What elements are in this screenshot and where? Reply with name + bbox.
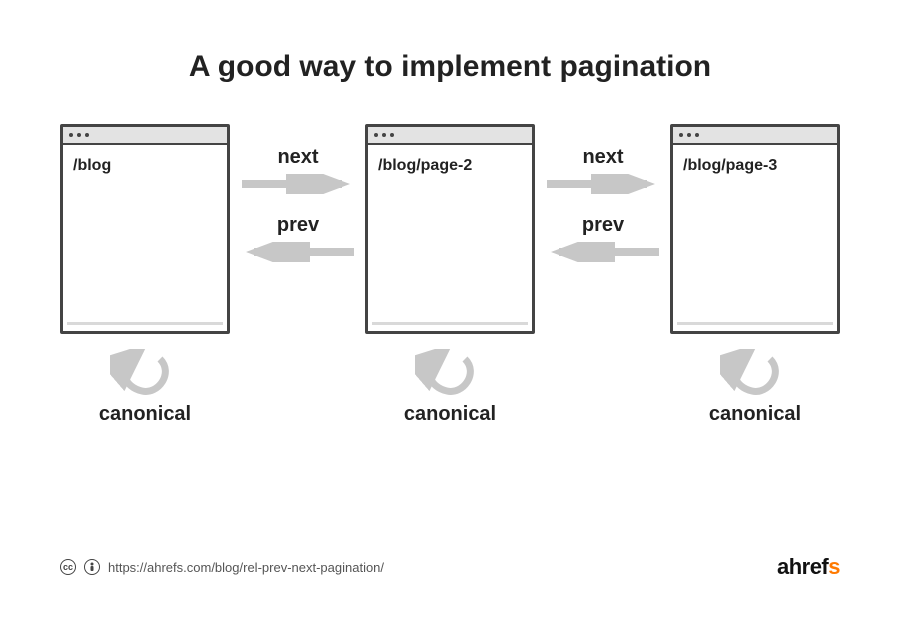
window-dot-icon: [679, 133, 683, 137]
browser-window-3: /blog/page-3: [670, 124, 840, 334]
window-dot-icon: [77, 133, 81, 137]
logo-suffix: s: [828, 554, 840, 579]
browser-url: /blog/page-2: [368, 145, 532, 331]
canonical-label: canonical: [365, 403, 535, 426]
browser-titlebar: [63, 127, 227, 145]
arrow-right-icon: [242, 174, 354, 194]
canonical-group-3: canonical: [670, 349, 840, 426]
ahrefs-logo: ahrefs: [777, 554, 840, 580]
window-dot-icon: [69, 133, 73, 137]
logo-prefix: ahref: [777, 554, 828, 579]
next-label: next: [248, 146, 348, 169]
diagram-stage: /blog /blog/page-2 /blog/page-3 next pre…: [60, 124, 840, 474]
self-loop-arrow-icon: [110, 349, 180, 399]
window-dot-icon: [85, 133, 89, 137]
canonical-label: canonical: [670, 403, 840, 426]
footer-left: cc https://ahrefs.com/blog/rel-prev-next…: [60, 559, 384, 575]
arrow-left-icon: [547, 242, 659, 262]
browser-window-1: /blog: [60, 124, 230, 334]
canonical-group-2: canonical: [365, 349, 535, 426]
cc-license-icon: cc: [60, 559, 76, 575]
arrow-left-icon: [242, 242, 354, 262]
diagram-title: A good way to implement pagination: [0, 0, 900, 124]
browser-url: /blog: [63, 145, 227, 331]
window-dot-icon: [390, 133, 394, 137]
canonical-group-1: canonical: [60, 349, 230, 426]
self-loop-arrow-icon: [415, 349, 485, 399]
canonical-label: canonical: [60, 403, 230, 426]
browser-url: /blog/page-3: [673, 145, 837, 331]
browser-titlebar: [673, 127, 837, 145]
window-dot-icon: [687, 133, 691, 137]
cc-by-icon: [84, 559, 100, 575]
prev-label: prev: [248, 214, 348, 237]
self-loop-arrow-icon: [720, 349, 790, 399]
browser-window-2: /blog/page-2: [365, 124, 535, 334]
browser-titlebar: [368, 127, 532, 145]
footer: cc https://ahrefs.com/blog/rel-prev-next…: [60, 554, 840, 580]
prev-label: prev: [553, 214, 653, 237]
arrow-right-icon: [547, 174, 659, 194]
window-dot-icon: [374, 133, 378, 137]
window-dot-icon: [695, 133, 699, 137]
next-label: next: [553, 146, 653, 169]
window-dot-icon: [382, 133, 386, 137]
source-url: https://ahrefs.com/blog/rel-prev-next-pa…: [108, 560, 384, 575]
